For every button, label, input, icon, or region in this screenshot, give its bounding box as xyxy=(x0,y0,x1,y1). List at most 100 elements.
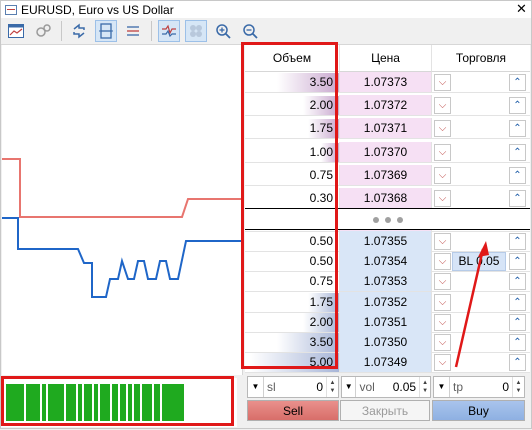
bid-price[interactable]: 1.07351 xyxy=(339,311,431,333)
buy-limit-button[interactable]: ⌃ xyxy=(509,143,526,161)
bid-trade-cell: ⌵ ⌃ xyxy=(431,271,530,293)
buy-button[interactable]: Buy xyxy=(432,400,525,421)
tick-volume-bar xyxy=(162,384,184,421)
grid-button[interactable] xyxy=(185,20,207,42)
bid-price[interactable]: 1.07349 xyxy=(339,352,431,374)
bid-row: 3.50 1.07350 ⌵ ⌃ xyxy=(245,332,530,353)
take-profit-input[interactable]: 0 xyxy=(490,380,512,394)
bid-price[interactable]: 1.07353 xyxy=(339,271,431,293)
sell-limit-button[interactable]: ⌵ xyxy=(434,74,451,91)
tick-volume-gap xyxy=(76,384,78,421)
ask-price[interactable]: 1.07371 xyxy=(339,118,431,140)
ask-price[interactable]: 1.07373 xyxy=(339,72,431,93)
sell-limit-button[interactable]: ⌵ xyxy=(434,273,451,291)
tick-volume-bar xyxy=(154,384,160,421)
bid-price[interactable]: 1.07350 xyxy=(339,332,431,353)
buy-limit-button[interactable]: ⌃ xyxy=(509,120,526,138)
tick-volume-gap xyxy=(126,384,128,421)
sell-limit-button[interactable]: ⌵ xyxy=(434,354,451,372)
buy-limit-button[interactable]: ⌃ xyxy=(509,166,526,184)
take-profit-dropdown[interactable]: ▼ xyxy=(434,377,450,397)
bid-price[interactable]: 1.07355 xyxy=(339,231,431,252)
depth-of-market-window: EURUSD, Euro vs US Dollar ✕ Объем Цена Т… xyxy=(0,0,532,429)
sell-limit-button[interactable]: ⌵ xyxy=(434,166,451,184)
bid-row: 0.75 1.07353 ⌵ ⌃ xyxy=(245,271,530,293)
ask-price[interactable]: 1.07372 xyxy=(339,95,431,117)
sell-limit-button[interactable]: ⌵ xyxy=(434,233,451,250)
tick-volume-gap xyxy=(132,384,134,421)
strategy-button[interactable] xyxy=(32,20,54,42)
take-profit-spinner[interactable]: ▲ ▼ xyxy=(512,377,524,397)
sell-limit-button[interactable]: ⌵ xyxy=(434,334,451,351)
tick-volume-bar xyxy=(66,384,76,421)
ask-volume-cell: 3.50 xyxy=(245,72,339,93)
sell-limit-button[interactable]: ⌵ xyxy=(434,97,451,115)
ask-trade-cell: ⌵⌃ xyxy=(431,118,530,140)
tick-volume-gap xyxy=(24,384,26,421)
tick-chart-button[interactable] xyxy=(158,20,180,42)
bid-trade-cell: ⌵ ⌃ xyxy=(431,291,530,313)
stop-loss-dropdown[interactable]: ▼ xyxy=(248,377,264,397)
close-position-button[interactable]: Закрыть xyxy=(340,400,430,421)
toolbar-separator xyxy=(61,21,62,41)
buy-limit-button[interactable]: ⌃ xyxy=(509,253,526,271)
volume-dropdown[interactable]: ▼ xyxy=(342,377,357,397)
ask-price[interactable]: 1.07368 xyxy=(339,188,431,209)
tick-chart-icon xyxy=(162,24,176,38)
close-window-button[interactable]: ✕ xyxy=(514,2,529,16)
toolbar xyxy=(1,18,531,45)
sell-limit-button[interactable]: ⌵ xyxy=(434,313,451,331)
bid-row: 2.00 1.07351 ⌵ ⌃ xyxy=(245,311,530,333)
volume-input[interactable]: 0.05 xyxy=(393,380,419,394)
bid-volume-value: 5.00 xyxy=(309,355,333,370)
zoom-out-button[interactable] xyxy=(239,20,261,42)
bid-price[interactable]: 1.07354 xyxy=(339,251,431,273)
sell-limit-button[interactable]: ⌵ xyxy=(434,190,451,207)
ask-price[interactable]: 1.07370 xyxy=(339,141,431,163)
ask-price[interactable]: 1.07369 xyxy=(339,164,431,186)
list-settings-button[interactable] xyxy=(122,20,144,42)
bid-price[interactable]: 1.07352 xyxy=(339,291,431,313)
buy-limit-button[interactable]: ⌃ xyxy=(509,293,526,311)
sell-limit-button[interactable]: ⌵ xyxy=(434,293,451,311)
bid-volume-cell: 0.75 xyxy=(245,271,339,293)
tick-volume-bar xyxy=(94,384,98,421)
sell-button[interactable]: Sell xyxy=(247,400,339,421)
buy-limit-button[interactable]: ⌃ xyxy=(509,334,526,351)
buy-limit-button[interactable]: ⌃ xyxy=(509,190,526,207)
stop-loss-label: sl xyxy=(267,380,276,394)
bid-volume-cell: 2.00 xyxy=(245,312,339,333)
buy-limit-button[interactable]: ⌃ xyxy=(509,233,526,250)
tick-volume-gap xyxy=(110,384,112,421)
center-ladder-button[interactable] xyxy=(95,20,117,42)
buy-limit-button[interactable]: ⌃ xyxy=(509,273,526,291)
sell-limit-button[interactable]: ⌵ xyxy=(434,143,451,161)
refresh-button[interactable] xyxy=(68,20,90,42)
bid-volume-value: 0.50 xyxy=(309,234,333,248)
ask-volume-value: 1.75 xyxy=(309,121,333,136)
bid-row: 0.50 1.07355 ⌵ ⌃ xyxy=(245,231,530,252)
bid-volume-cell: 5.00 xyxy=(245,352,339,374)
stop-loss-input[interactable]: 0 xyxy=(304,380,326,394)
volume-spinner[interactable]: ▲ ▼ xyxy=(419,377,430,397)
list-settings-icon xyxy=(127,26,139,36)
ask-trade-cell: ⌵⌃ xyxy=(431,95,530,117)
zoom-out-icon xyxy=(243,24,258,39)
stop-loss-spinner[interactable]: ▲ ▼ xyxy=(326,377,338,397)
ask-volume-cell: 0.30 xyxy=(245,188,339,209)
chart-window-button[interactable] xyxy=(5,20,27,42)
grid-icon xyxy=(190,25,202,37)
buy-limit-button[interactable]: ⌃ xyxy=(509,354,526,372)
pending-order-tag[interactable]: BL 0.05 xyxy=(452,252,506,272)
sell-limit-button[interactable]: ⌵ xyxy=(434,253,451,271)
bid-trade-cell: ⌵ ⌃ xyxy=(431,352,530,374)
zoom-in-button[interactable] xyxy=(212,20,234,42)
tick-chart xyxy=(2,45,243,375)
buy-limit-button[interactable]: ⌃ xyxy=(509,97,526,115)
take-profit-control: ▼ tp 0 ▲ ▼ xyxy=(433,376,525,398)
ask-volume-value: 2.00 xyxy=(309,98,333,113)
buy-limit-button[interactable]: ⌃ xyxy=(509,74,526,91)
sell-limit-button[interactable]: ⌵ xyxy=(434,120,451,138)
tick-volume-gap xyxy=(92,384,94,421)
buy-limit-button[interactable]: ⌃ xyxy=(509,313,526,331)
